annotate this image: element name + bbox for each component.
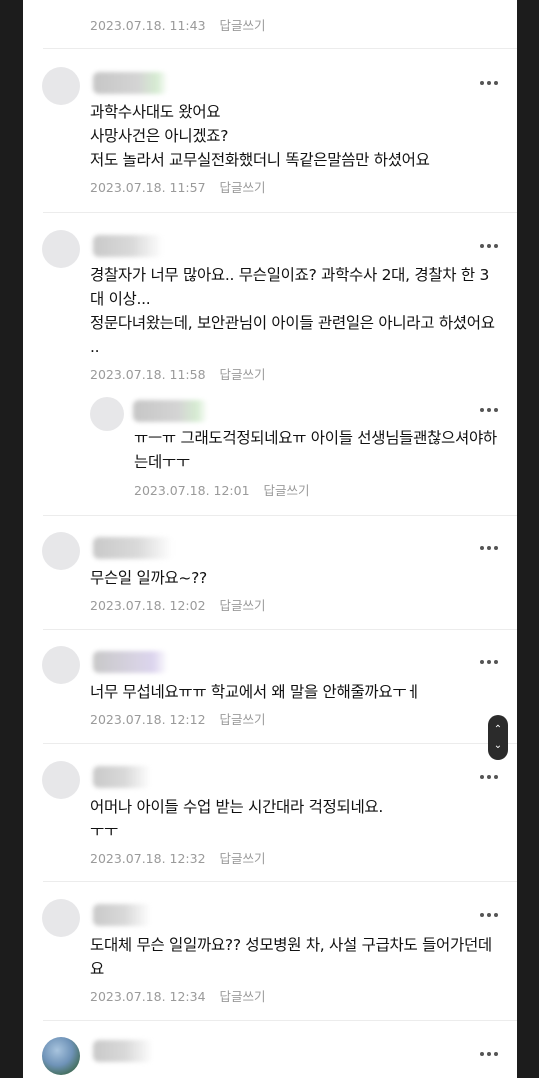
divider	[43, 743, 517, 744]
comment-meta: 2023.07.18. 12:12 답글쓰기	[90, 709, 266, 728]
reply-link[interactable]: 답글쓰기	[220, 851, 266, 866]
chevron-up-icon[interactable]: ⌃	[488, 723, 508, 737]
divider	[43, 881, 517, 882]
comment-date: 2023.07.18. 11:58	[90, 367, 206, 382]
avatar[interactable]	[42, 761, 80, 799]
comment-date: 2023.07.18. 12:34	[90, 989, 206, 1004]
scroll-control[interactable]: ⌃ ⌄	[488, 715, 508, 760]
author-name[interactable]	[93, 72, 168, 94]
comment-meta: 2023.07.18. 12:01 답글쓰기	[134, 480, 310, 499]
more-options-icon[interactable]	[480, 773, 500, 781]
more-options-icon[interactable]	[480, 79, 500, 87]
comment-text: 과학수사대도 왔어요 사망사건은 아니겠죠? 저도 놀라서 교무실전화했더니 똑…	[90, 103, 430, 169]
divider	[43, 1020, 517, 1021]
comment-text: 무슨일 일까요~??	[90, 569, 207, 587]
reply-link[interactable]: 답글쓰기	[220, 367, 266, 382]
divider	[43, 629, 517, 630]
avatar[interactable]	[42, 899, 80, 937]
author-name[interactable]	[93, 766, 151, 788]
comment-meta: 2023.07.18. 11:57 답글쓰기	[90, 177, 266, 196]
comment-text: 경찰자가 너무 많아요.. 무슨일이죠? 과학수사 2대, 경찰차 한 3대 이…	[90, 266, 495, 356]
more-options-icon[interactable]	[480, 544, 500, 552]
comment-date: 2023.07.18. 12:12	[90, 712, 206, 727]
avatar[interactable]	[42, 646, 80, 684]
reply-link[interactable]: 답글쓰기	[220, 598, 266, 613]
avatar[interactable]	[42, 67, 80, 105]
reply-link[interactable]: 답글쓰기	[220, 989, 266, 1004]
comment-meta: 2023.07.18. 12:32 답글쓰기	[90, 848, 266, 867]
avatar[interactable]	[42, 1037, 80, 1075]
more-options-icon[interactable]	[480, 1050, 500, 1058]
divider	[43, 212, 517, 213]
comment-date: 2023.07.18. 12:32	[90, 851, 206, 866]
reply-link[interactable]: 답글쓰기	[220, 712, 266, 727]
more-options-icon[interactable]	[480, 242, 500, 250]
avatar[interactable]	[90, 397, 124, 431]
avatar[interactable]	[42, 532, 80, 570]
avatar[interactable]	[42, 230, 80, 268]
comment-meta: 2023.07.18. 12:02 답글쓰기	[90, 595, 266, 614]
comment-date: 2023.07.18. 11:43	[90, 18, 206, 33]
comment-meta: 2023.07.18. 11:43 답글쓰기	[90, 15, 266, 34]
author-name[interactable]	[93, 235, 163, 257]
author-name[interactable]	[93, 904, 151, 926]
reply-link[interactable]: 답글쓰기	[264, 483, 310, 498]
author-name[interactable]	[93, 651, 168, 673]
comment-text: 도대체 무슨 일일까요?? 성모병원 차, 사설 구급차도 들어가던데요	[90, 936, 492, 978]
comment-date: 2023.07.18. 12:02	[90, 598, 206, 613]
comment-text: 어머나 아이들 수업 받는 시간대라 걱정되네요. ㅜㅜ	[90, 798, 384, 840]
more-options-icon[interactable]	[480, 911, 500, 919]
comment-meta: 2023.07.18. 12:34 답글쓰기	[90, 986, 266, 1005]
more-options-icon[interactable]	[480, 658, 500, 666]
reply-link[interactable]: 답글쓰기	[220, 180, 266, 195]
comment-list: 2023.07.18. 11:43 답글쓰기 과학수사대도 왔어요 사망사건은 아…	[23, 0, 517, 1078]
more-options-icon[interactable]	[480, 406, 500, 414]
author-name[interactable]	[133, 400, 208, 422]
divider	[43, 48, 517, 49]
comment-meta: 2023.07.18. 11:58 답글쓰기	[90, 364, 266, 383]
divider	[43, 515, 517, 516]
reply-link[interactable]: 답글쓰기	[220, 18, 266, 33]
author-name[interactable]	[93, 537, 173, 559]
comment-text: 너무 무섭네요ㅠㅠ 학교에서 왜 말을 안해줄까요ㅜㅔ	[90, 683, 421, 701]
comment-text: ㅠㅡㅠ 그래도걱정되네요ㅠ 아이들 선생님들괜찮으셔야하는데ㅜㅜ	[134, 429, 497, 471]
chevron-down-icon[interactable]: ⌄	[488, 739, 508, 753]
comment-date: 2023.07.18. 11:57	[90, 180, 206, 195]
author-name[interactable]	[93, 1040, 153, 1062]
comment-date: 2023.07.18. 12:01	[134, 483, 250, 498]
